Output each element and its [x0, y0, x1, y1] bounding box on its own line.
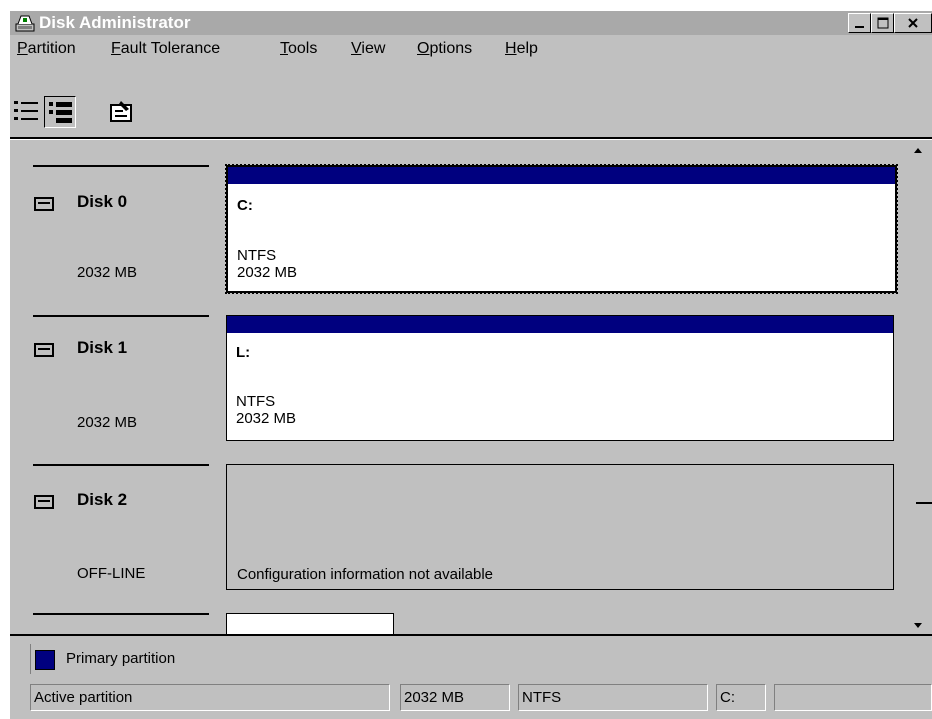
disk-3-rule — [33, 613, 209, 615]
minimize-button[interactable] — [848, 13, 871, 33]
scroll-thumb[interactable] — [916, 502, 932, 504]
primary-partition-swatch — [35, 650, 55, 670]
legend-separator — [30, 644, 31, 674]
menu-fault-tolerance[interactable]: Fault Tolerance — [111, 40, 220, 58]
disk-1-label: Disk 1 — [77, 338, 128, 357]
properties-button[interactable] — [106, 96, 136, 126]
partition-c[interactable]: C: NTFS 2032 MB — [225, 164, 898, 294]
status-extra — [774, 684, 932, 711]
maximize-icon — [877, 17, 888, 29]
disk-0-size: 2032 MB — [77, 264, 138, 281]
hard-disk-icon — [34, 495, 54, 509]
window-title: Disk Administrator — [39, 13, 191, 32]
close-button[interactable] — [894, 13, 932, 33]
disk-2-status: OFF-LINE — [77, 565, 146, 582]
minimize-icon — [854, 26, 864, 28]
menu-partition[interactable]: Partition — [17, 40, 76, 58]
menu-tools[interactable]: Tools — [280, 40, 317, 58]
scroll-up-arrow-icon[interactable] — [910, 144, 926, 156]
status-filesystem: NTFS — [518, 684, 708, 711]
disk-2-region[interactable]: Configuration information not available — [226, 464, 894, 590]
toolbar — [10, 63, 932, 139]
disk-1-size: 2032 MB — [77, 414, 138, 431]
menu-options[interactable]: Options — [417, 40, 472, 58]
menu-help[interactable]: Help — [505, 40, 538, 58]
legend-label: Primary partition — [66, 650, 176, 667]
disk-2-label: Disk 2 — [77, 490, 128, 509]
status-bar: Active partition 2032 MB NTFS C: — [10, 678, 932, 719]
close-icon — [908, 18, 918, 28]
hard-disk-icon — [34, 343, 54, 357]
disk-0-label: Disk 0 — [77, 192, 128, 211]
maximize-button[interactable] — [871, 13, 894, 33]
partition-l[interactable]: L: NTFS 2032 MB — [226, 315, 894, 441]
partition-c-filesystem: NTFS — [237, 247, 277, 264]
menu-bar: Partition Fault Tolerance Tools View Opt… — [10, 35, 932, 63]
disk-map-pane: Disk 0 2032 MB C: NTFS 2032 MB Disk 1 20… — [10, 140, 932, 645]
properties-icon — [110, 101, 132, 122]
title-bar[interactable]: Disk Administrator — [10, 11, 932, 35]
status-drive-letter: C: — [716, 684, 766, 711]
partition-l-color-bar — [227, 316, 893, 333]
disk-view-icon — [49, 102, 72, 123]
disk-2-message: Configuration information not available — [237, 566, 493, 583]
partition-c-size: 2032 MB — [237, 264, 298, 281]
partition-c-letter: C: — [237, 197, 253, 214]
menu-view[interactable]: View — [351, 40, 385, 58]
partition-l-letter: L: — [236, 344, 251, 361]
disk-1-rule — [33, 315, 209, 317]
list-view-icon — [14, 101, 38, 120]
disk-configuration-view-button[interactable] — [44, 96, 76, 128]
status-size: 2032 MB — [400, 684, 510, 711]
scroll-down-arrow-icon[interactable] — [910, 620, 926, 632]
partition-l-size: 2032 MB — [236, 410, 297, 427]
partition-l-filesystem: NTFS — [236, 393, 276, 410]
volumes-view-button[interactable] — [11, 96, 41, 126]
disk-administrator-app-icon — [15, 15, 35, 32]
legend-bar: Primary partition — [10, 634, 932, 678]
disk-2-rule — [33, 464, 209, 466]
hard-disk-icon — [34, 197, 54, 211]
status-text: Active partition — [30, 684, 390, 711]
disk-0-rule — [33, 165, 209, 167]
partition-c-color-bar — [228, 167, 895, 184]
